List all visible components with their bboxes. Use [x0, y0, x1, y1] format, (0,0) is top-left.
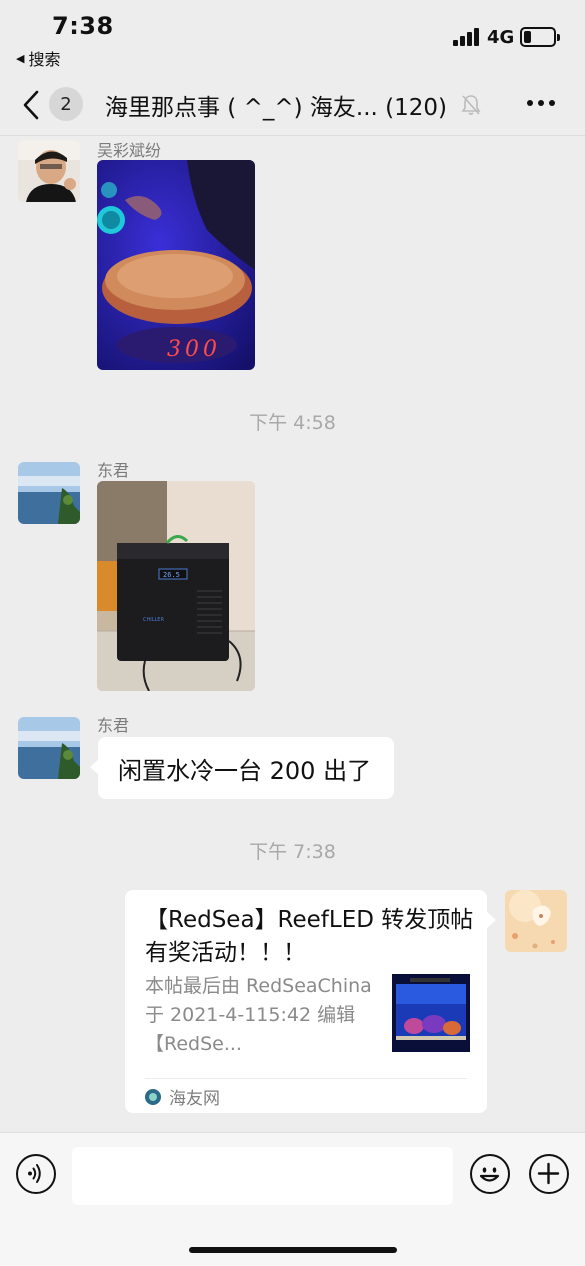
avatar[interactable]	[18, 140, 80, 202]
message-input[interactable]	[72, 1147, 453, 1205]
timestamp: 下午 4:58	[249, 412, 336, 434]
link-card-title: 【RedSea】ReefLED 转发顶帖有奖活动！！！	[145, 907, 474, 966]
avatar[interactable]	[18, 462, 80, 524]
link-card-source: 海友网	[145, 1084, 220, 1109]
mute-bell-icon	[461, 95, 481, 115]
chevron-left-icon	[23, 90, 39, 120]
link-card-thumbnail	[392, 974, 470, 1052]
network-type: 4G	[487, 27, 515, 48]
add-button[interactable]	[529, 1154, 569, 1194]
back-to-app-link[interactable]: ◀ 搜索	[16, 46, 60, 70]
divider	[145, 1078, 467, 1079]
emoji-icon	[479, 1167, 500, 1182]
signal-icon	[453, 28, 481, 46]
sender-name: 东君	[97, 461, 130, 480]
unread-badge[interactable]: 2	[49, 87, 83, 121]
status-time: 7:38	[52, 12, 114, 40]
back-triangle-icon: ◀	[16, 51, 25, 65]
plus-icon	[537, 1162, 560, 1185]
link-card-source-name: 海友网	[169, 1089, 220, 1109]
chat-title: 海里那点事 ( ^_^) 海友... (120)	[105, 95, 448, 121]
site-logo-icon	[145, 1088, 161, 1105]
sender-name: 吴彩斌纷	[97, 141, 162, 160]
svg-text:CHILLER: CHILLER	[143, 617, 164, 623]
coral-price-label: 300	[167, 337, 221, 362]
sender-name: 东君	[97, 716, 130, 735]
emoji-button[interactable]	[470, 1154, 510, 1194]
status-bar: 7:38 ◀ 搜索 4G	[0, 0, 585, 78]
voice-button[interactable]	[16, 1154, 56, 1194]
avatar[interactable]	[18, 717, 80, 779]
svg-text:26.5: 26.5	[163, 571, 180, 579]
voice-icon	[28, 1164, 41, 1183]
back-app-label: 搜索	[28, 50, 61, 69]
back-button[interactable]	[18, 88, 48, 122]
coral-photo[interactable]: 300	[97, 160, 255, 370]
chat-message-list[interactable]: 吴彩斌纷 300 下午 4:58 东君 26.5 CHILLER 东君 闲置水冷…	[0, 137, 585, 1132]
battery-icon	[520, 27, 560, 47]
message-text: 闲置水冷一台 200 出了	[118, 756, 372, 785]
chat-nav-bar: 2 海里那点事 ( ^_^) 海友... (120)	[0, 78, 585, 136]
more-dots-icon[interactable]	[527, 100, 555, 106]
chat-input-bar	[0, 1132, 585, 1266]
home-indicator[interactable]	[189, 1247, 397, 1253]
link-card-message[interactable]: 【RedSea】ReefLED 转发顶帖有奖活动！！！ 本帖最后由 RedSea…	[125, 890, 496, 1113]
avatar[interactable]	[505, 890, 567, 952]
timestamp: 下午 7:38	[249, 841, 336, 863]
text-message-bubble[interactable]: 闲置水冷一台 200 出了	[90, 737, 394, 799]
link-card-description: 本帖最后由 RedSeaChina 于 2021-4-115:42 编辑【Red…	[145, 975, 372, 1055]
water-chiller-photo[interactable]: 26.5 CHILLER	[97, 481, 255, 691]
